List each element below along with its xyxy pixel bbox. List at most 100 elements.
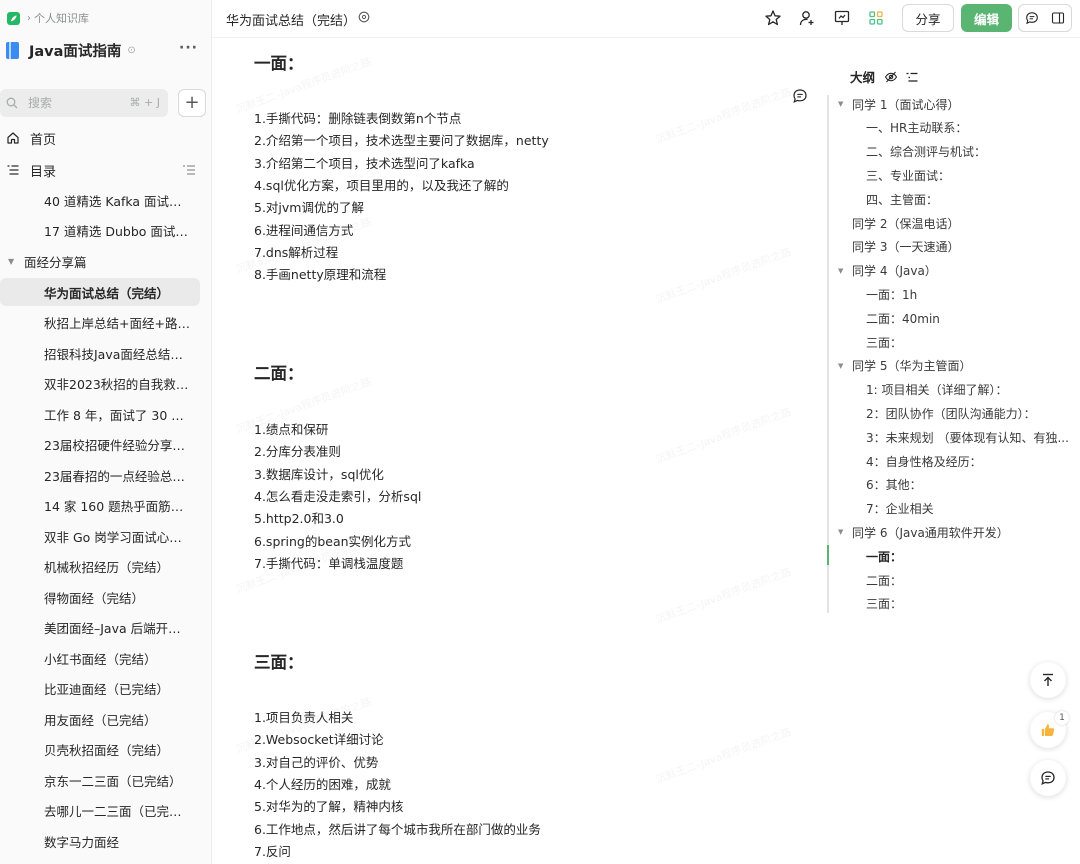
tree-group-interview[interactable]: ▼ 面经分享篇: [0, 247, 200, 275]
outline-item[interactable]: ▼ 同学 1（面试心得）: [838, 93, 959, 115]
caret-down-icon[interactable]: ▼: [838, 362, 848, 370]
eye-off-icon[interactable]: [884, 70, 898, 84]
outline-item-label: 同学 1（面试心得）: [852, 97, 960, 112]
nav-home[interactable]: 首页: [0, 124, 211, 152]
outline-item[interactable]: 三、专业面试：: [866, 164, 950, 186]
outline-item[interactable]: 4：自身性格及经历：: [866, 450, 982, 472]
outline-item[interactable]: ▼ 同学 6（Java通用软件开发）: [838, 521, 1009, 543]
outline-item[interactable]: ▼ 同学 5（华为主管面）: [838, 355, 971, 377]
tree-item[interactable]: 比亚迪面经（已完结）: [0, 675, 200, 703]
search-shortcut: ⌘ + J: [129, 96, 160, 109]
apps-button[interactable]: [865, 7, 887, 29]
outline-item[interactable]: 二、综合测评与机试：: [866, 141, 986, 163]
tree-item[interactable]: 得物面经（完结）: [0, 583, 200, 611]
tree-item-active[interactable]: 华为面试总结（完结）: [0, 278, 200, 306]
doc-info-icon[interactable]: [358, 11, 370, 23]
outline-item-label: 同学 5（华为主管面）: [852, 359, 972, 374]
doc-paragraph: 1.绩点和保研: [254, 422, 329, 437]
lock-icon: ⊙: [127, 44, 136, 56]
outline-item[interactable]: 三面：: [866, 593, 902, 615]
book-title[interactable]: Java面试指南: [29, 40, 121, 61]
nav-toc[interactable]: 目录: [0, 156, 211, 184]
search-input[interactable]: [28, 96, 118, 110]
more-icon[interactable]: ···: [179, 40, 198, 56]
share-button[interactable]: 分享: [902, 4, 954, 32]
outline-item[interactable]: 三面：: [866, 331, 902, 353]
caret-down-icon[interactable]: ▼: [838, 267, 848, 275]
doc-paragraph: 4.个人经历的困难，成就: [254, 776, 391, 792]
comment-button[interactable]: [1030, 760, 1066, 796]
doc-paragraph: 6.spring的bean实例化方式: [254, 533, 412, 549]
caret-down-icon[interactable]: ▼: [838, 528, 848, 536]
comments-toggle-button[interactable]: [1019, 5, 1045, 31]
add-collaborator-button[interactable]: [796, 7, 818, 29]
tree-item[interactable]: 美团面经–Java 后端开发...: [0, 614, 200, 642]
doc-title[interactable]: 华为面试总结（完结）: [226, 10, 356, 29]
thumbs-up-icon: [1041, 724, 1055, 736]
tree-item[interactable]: 工作 8 年，面试了 30 家...: [0, 400, 200, 428]
outline-item-label: 6：其他：: [866, 478, 922, 493]
breadcrumb-root[interactable]: 个人知识库: [34, 10, 89, 26]
outline-item[interactable]: 一、HR主动联系：: [866, 117, 967, 139]
tree-item[interactable]: 40 道精选 Kafka 面试题...: [0, 186, 200, 214]
outline-item[interactable]: 2：团队协作（团队沟通能力）：: [866, 402, 1036, 424]
outline-item[interactable]: 二面：40min: [866, 307, 940, 329]
tree-item[interactable]: 秋招上岸总结+面经+路线...: [0, 309, 200, 337]
view-toggle-group: [1018, 4, 1072, 32]
comment-float-icon[interactable]: [792, 88, 808, 104]
tree-item[interactable]: 23届校招硬件经验分享（...: [0, 431, 200, 459]
back-to-top-button[interactable]: [1030, 662, 1066, 698]
outline-item[interactable]: 1: 项目相关（详细了解）：: [866, 379, 1008, 401]
toc-collapse-icon[interactable]: [182, 163, 196, 177]
outline-item-label: 三面：: [866, 597, 903, 612]
watermark: 沉默王二–Java程序员进阶之路: [654, 565, 793, 627]
tree-item[interactable]: 小红书面经（完结）: [0, 644, 200, 672]
outline-list-icon[interactable]: [905, 70, 919, 84]
outline-item[interactable]: 7：企业相关: [866, 498, 934, 520]
presentation-button[interactable]: [831, 7, 853, 29]
outline-item[interactable]: 同学 3（一天速通）: [852, 236, 959, 258]
plus-icon: +: [184, 92, 200, 113]
tree-item-label: 华为面试总结（完结）: [44, 285, 170, 301]
outline-item[interactable]: 3：未来规划 （要体现有认知、有独...: [866, 426, 1069, 448]
star-button[interactable]: [762, 7, 784, 29]
yuque-logo-icon[interactable]: [7, 11, 20, 25]
outline-item[interactable]: 一面：: [866, 545, 902, 567]
book-header[interactable]: Java面试指南 ⊙ ···: [6, 38, 206, 62]
edit-button[interactable]: 编辑: [961, 4, 1012, 32]
outline-item-label: 二面：: [866, 573, 903, 588]
outline-item-label: 一面：: [866, 549, 903, 564]
tree-item[interactable]: 招银科技Java面经总结（...: [0, 339, 200, 367]
outline-item[interactable]: 二面：: [866, 569, 902, 591]
tree-item[interactable]: 机械秋招经历（完结）: [0, 553, 200, 581]
outline-item[interactable]: 一面：1h: [866, 283, 917, 305]
breadcrumb: › 个人知识库: [7, 10, 89, 26]
tree-item[interactable]: 贝壳秋招面经（完结）: [0, 736, 200, 764]
search-box[interactable]: ⌘ + J: [0, 89, 168, 117]
outline-toggle-button[interactable]: [1045, 5, 1071, 31]
outline-item[interactable]: 同学 2（保温电话）: [852, 212, 959, 234]
caret-down-icon[interactable]: ▼: [8, 257, 18, 266]
tree-item[interactable]: 双非 Go 岗学习面试心得...: [0, 522, 200, 550]
doc-paragraph: 1.项目负责人相关: [254, 710, 354, 725]
chevron-right-icon: ›: [27, 12, 31, 24]
tree-item-label: 工作 8 年，面试了 30 家...: [44, 407, 192, 423]
tree-item[interactable]: 23届春招的一点经验总结...: [0, 461, 200, 489]
outline-scroll-track[interactable]: [827, 95, 829, 613]
apps-grid-icon: [869, 11, 883, 25]
outline-item[interactable]: 四、主管面：: [866, 188, 938, 210]
tree-item[interactable]: 双非2023秋招的自我救赎...: [0, 370, 200, 398]
outline-item[interactable]: ▼ 同学 4（Java）: [838, 260, 937, 282]
tree-item-label: 17 道精选 Dubbo 面试题...: [44, 223, 192, 239]
outline-item[interactable]: 6：其他：: [866, 474, 922, 496]
tree-item[interactable]: 用友面经（已完结）: [0, 705, 200, 733]
tree-item[interactable]: 14 家 160 题热乎面筋（...: [0, 492, 200, 520]
tree-item[interactable]: 去哪儿一二三面（已完结）: [0, 797, 200, 825]
tree-item-label: 23届春招的一点经验总结...: [44, 468, 192, 484]
caret-down-icon[interactable]: ▼: [838, 100, 848, 108]
add-button[interactable]: +: [178, 89, 206, 117]
tree-item[interactable]: 京东一二三面（已完结）: [0, 766, 200, 794]
tree-item[interactable]: 17 道精选 Dubbo 面试题...: [0, 216, 200, 244]
outline-item-label: 4：自身性格及经历：: [866, 454, 982, 469]
tree-item[interactable]: 数字马力面经: [0, 827, 200, 855]
